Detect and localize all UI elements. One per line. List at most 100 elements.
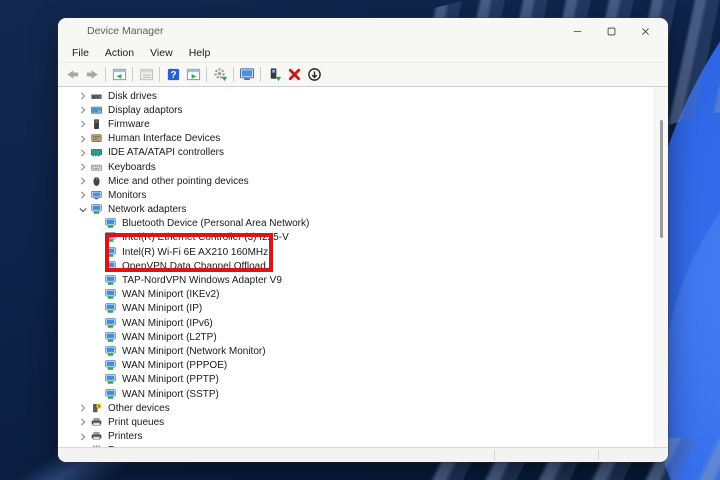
show-action-pane-button[interactable] (183, 65, 203, 85)
back-button[interactable] (62, 65, 82, 85)
tree-item[interactable]: Display adaptors (58, 103, 655, 117)
uninstall-device-button[interactable] (284, 65, 304, 85)
status-bar (58, 447, 668, 462)
tree-item[interactable]: WAN Miniport (L2TP) (58, 330, 655, 344)
chevron-right-icon[interactable] (76, 104, 90, 116)
network-adapter-icon (104, 289, 118, 301)
tree-item[interactable]: WAN Miniport (PPTP) (58, 373, 655, 387)
menu-help[interactable]: Help (181, 47, 219, 59)
tree-item[interactable]: Disk drives (58, 89, 655, 103)
tree-item[interactable]: Human Interface Devices (58, 132, 655, 146)
device-update-icon (267, 67, 282, 82)
tree-item[interactable]: WAN Miniport (IP) (58, 302, 655, 316)
chevron-right-icon[interactable] (76, 161, 90, 173)
tree-item[interactable]: IDE ATA/ATAPI controllers (58, 146, 655, 160)
chevron-right-icon[interactable] (76, 416, 90, 428)
tree-item-label: Other devices (108, 403, 170, 414)
tree-item-label: WAN Miniport (L2TP) (122, 332, 217, 343)
computer-button[interactable] (237, 65, 257, 85)
svg-text:?: ? (98, 404, 101, 409)
menu-bar: FileActionViewHelp (58, 44, 668, 63)
network-adapter-icon (104, 317, 118, 329)
network-adapter-icon (104, 331, 118, 343)
tree-item[interactable]: Mice and other pointing devices (58, 174, 655, 188)
tree-item[interactable]: Firmware (58, 117, 655, 131)
forward-button[interactable] (82, 65, 102, 85)
mouse-icon (90, 175, 104, 187)
tree-item[interactable]: WAN Miniport (SSTP) (58, 387, 655, 401)
chevron-right-icon[interactable] (76, 431, 90, 443)
properties-button[interactable] (136, 65, 156, 85)
tree-item-label: TAP-NordVPN Windows Adapter V9 (122, 275, 282, 286)
tree-item[interactable]: WAN Miniport (IPv6) (58, 316, 655, 330)
tree-item[interactable]: Network adapters (58, 203, 655, 217)
arrow-right-icon (85, 67, 100, 82)
update-driver-button[interactable] (264, 65, 284, 85)
window-controls (560, 20, 662, 42)
network-adapter-icon (104, 388, 118, 400)
show-console-tree-button[interactable] (109, 65, 129, 85)
arrow-left-icon (65, 67, 80, 82)
title-bar[interactable]: Device Manager (58, 18, 668, 44)
tree-item-label: IDE ATA/ATAPI controllers (108, 147, 224, 158)
chevron-right-icon[interactable] (76, 118, 90, 130)
tree-item[interactable]: ? Other devices (58, 401, 655, 415)
tree-item[interactable]: WAN Miniport (PPPOE) (58, 359, 655, 373)
chevron-right-icon[interactable] (76, 133, 90, 145)
tree-item[interactable]: WAN Miniport (IKEv2) (58, 288, 655, 302)
tree-item-label: Disk drives (108, 91, 157, 102)
tree-item[interactable]: Printers (58, 430, 655, 444)
chevron-right-icon[interactable] (76, 90, 90, 102)
tree-item[interactable]: Monitors (58, 188, 655, 202)
tree-item-label: Firmware (108, 119, 150, 130)
tree-item-label: WAN Miniport (PPTP) (122, 374, 219, 385)
help-button[interactable]: ? (163, 65, 183, 85)
tree-item-label: Keyboards (108, 162, 156, 173)
tree-item[interactable]: Keyboards (58, 160, 655, 174)
toolbar-separator (159, 67, 160, 82)
minimize-button[interactable] (560, 20, 594, 42)
close-button[interactable] (628, 20, 662, 42)
network-adapter-icon (104, 275, 118, 287)
device-manager-icon (67, 24, 81, 38)
disable-device-button[interactable] (304, 65, 324, 85)
network-adapter-icon (104, 360, 118, 372)
chevron-right-icon[interactable] (76, 147, 90, 159)
chevron-down-icon[interactable] (76, 204, 90, 216)
firmware-icon (90, 118, 104, 130)
tree-item-label: WAN Miniport (IP) (122, 303, 202, 314)
scan-hardware-changes-button[interactable] (210, 65, 230, 85)
tree-item-label: WAN Miniport (IPv6) (122, 318, 213, 329)
highlight-box (105, 233, 273, 272)
desktop: Device Manager FileActionViewHelp ? Disk… (0, 0, 720, 480)
menu-file[interactable]: File (64, 47, 97, 59)
tree-item-label: WAN Miniport (PPPOE) (122, 360, 227, 371)
tree-item-label: Human Interface Devices (108, 133, 220, 144)
vertical-scrollbar[interactable] (654, 87, 668, 447)
hid-device-icon (90, 133, 104, 145)
chevron-right-icon[interactable] (76, 402, 90, 414)
tree-item-label: WAN Miniport (IKEv2) (122, 289, 219, 300)
disk-drive-icon (90, 90, 104, 102)
tree-item-label: Network adapters (108, 204, 186, 215)
ide-controller-icon (90, 147, 104, 159)
statusbar-separator (598, 450, 599, 460)
tree-item[interactable]: WAN Miniport (Network Monitor) (58, 344, 655, 358)
scrollbar-thumb[interactable] (660, 120, 663, 238)
window-properties-icon (139, 67, 154, 82)
circle-down-icon (307, 67, 322, 82)
tree-item[interactable]: Print queues (58, 415, 655, 429)
tree-item-label: WAN Miniport (SSTP) (122, 389, 219, 400)
menu-view[interactable]: View (142, 47, 181, 59)
toolbar-separator (206, 67, 207, 82)
menu-action[interactable]: Action (97, 47, 142, 59)
tree-item[interactable]: TAP-NordVPN Windows Adapter V9 (58, 273, 655, 287)
network-adapter-icon (90, 204, 104, 216)
chevron-right-icon[interactable] (76, 189, 90, 201)
statusbar-separator (494, 450, 495, 460)
maximize-button[interactable] (594, 20, 628, 42)
network-adapter-icon (104, 374, 118, 386)
gear-refresh-icon (213, 67, 228, 82)
chevron-right-icon[interactable] (76, 175, 90, 187)
tree-item[interactable]: Bluetooth Device (Personal Area Network) (58, 217, 655, 231)
